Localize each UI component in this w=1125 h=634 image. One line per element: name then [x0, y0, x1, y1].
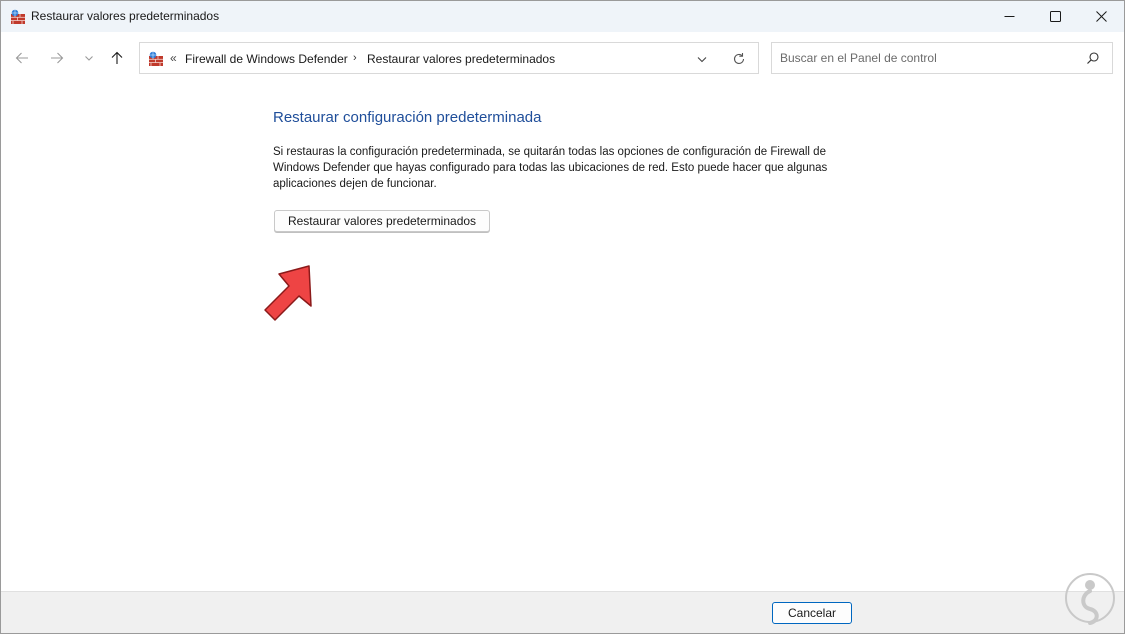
close-button[interactable] — [1078, 1, 1124, 32]
chevron-down-icon — [85, 56, 93, 61]
maximize-icon — [1049, 11, 1061, 22]
firewall-icon — [149, 51, 163, 66]
up-arrow-icon — [111, 51, 123, 64]
refresh-icon[interactable] — [732, 52, 746, 66]
app-window: Restaurar valores predeterminados « Fire… — [0, 0, 1125, 634]
breadcrumb-current[interactable]: Restaurar valores predeterminados — [367, 52, 555, 66]
recent-locations-button[interactable] — [80, 49, 98, 67]
close-icon — [1095, 11, 1107, 22]
cancel-button[interactable]: Cancelar — [772, 602, 852, 624]
firewall-icon — [11, 9, 25, 24]
forward-button[interactable] — [48, 49, 66, 67]
search-box[interactable] — [771, 42, 1113, 74]
breadcrumb-firewall[interactable]: Firewall de Windows Defender — [185, 52, 348, 66]
search-icon[interactable] — [1086, 51, 1100, 65]
window-title: Restaurar valores predeterminados — [31, 9, 220, 23]
minimize-icon — [1004, 16, 1014, 17]
forward-arrow-icon — [51, 52, 64, 64]
chevron-down-icon[interactable] — [695, 52, 709, 66]
maximize-button[interactable] — [1032, 1, 1078, 32]
back-arrow-icon — [15, 52, 28, 64]
breadcrumb-separator[interactable]: › — [353, 52, 357, 64]
search-input[interactable] — [780, 50, 1070, 66]
dialog-footer: Cancelar — [1, 591, 1124, 633]
page-heading: Restaurar configuración predeterminada — [273, 109, 542, 126]
annotation-arrow-icon — [264, 265, 312, 321]
navigation-bar: « Firewall de Windows Defender › Restaur… — [1, 32, 1124, 84]
title-bar[interactable]: Restaurar valores predeterminados — [1, 1, 1124, 32]
up-button[interactable] — [108, 49, 126, 67]
description-text: Si restauras la configuración predetermi… — [273, 146, 828, 190]
minimize-button[interactable] — [986, 1, 1032, 32]
address-bar[interactable]: « Firewall de Windows Defender › Restaur… — [139, 42, 759, 74]
main-content: Restaurar configuración predeterminada S… — [1, 84, 1124, 591]
restore-defaults-button[interactable]: Restaurar valores predeterminados — [274, 210, 490, 232]
breadcrumb-overflow[interactable]: « — [170, 51, 177, 65]
watermark-logo-icon — [1065, 573, 1115, 625]
back-button[interactable] — [13, 49, 31, 67]
